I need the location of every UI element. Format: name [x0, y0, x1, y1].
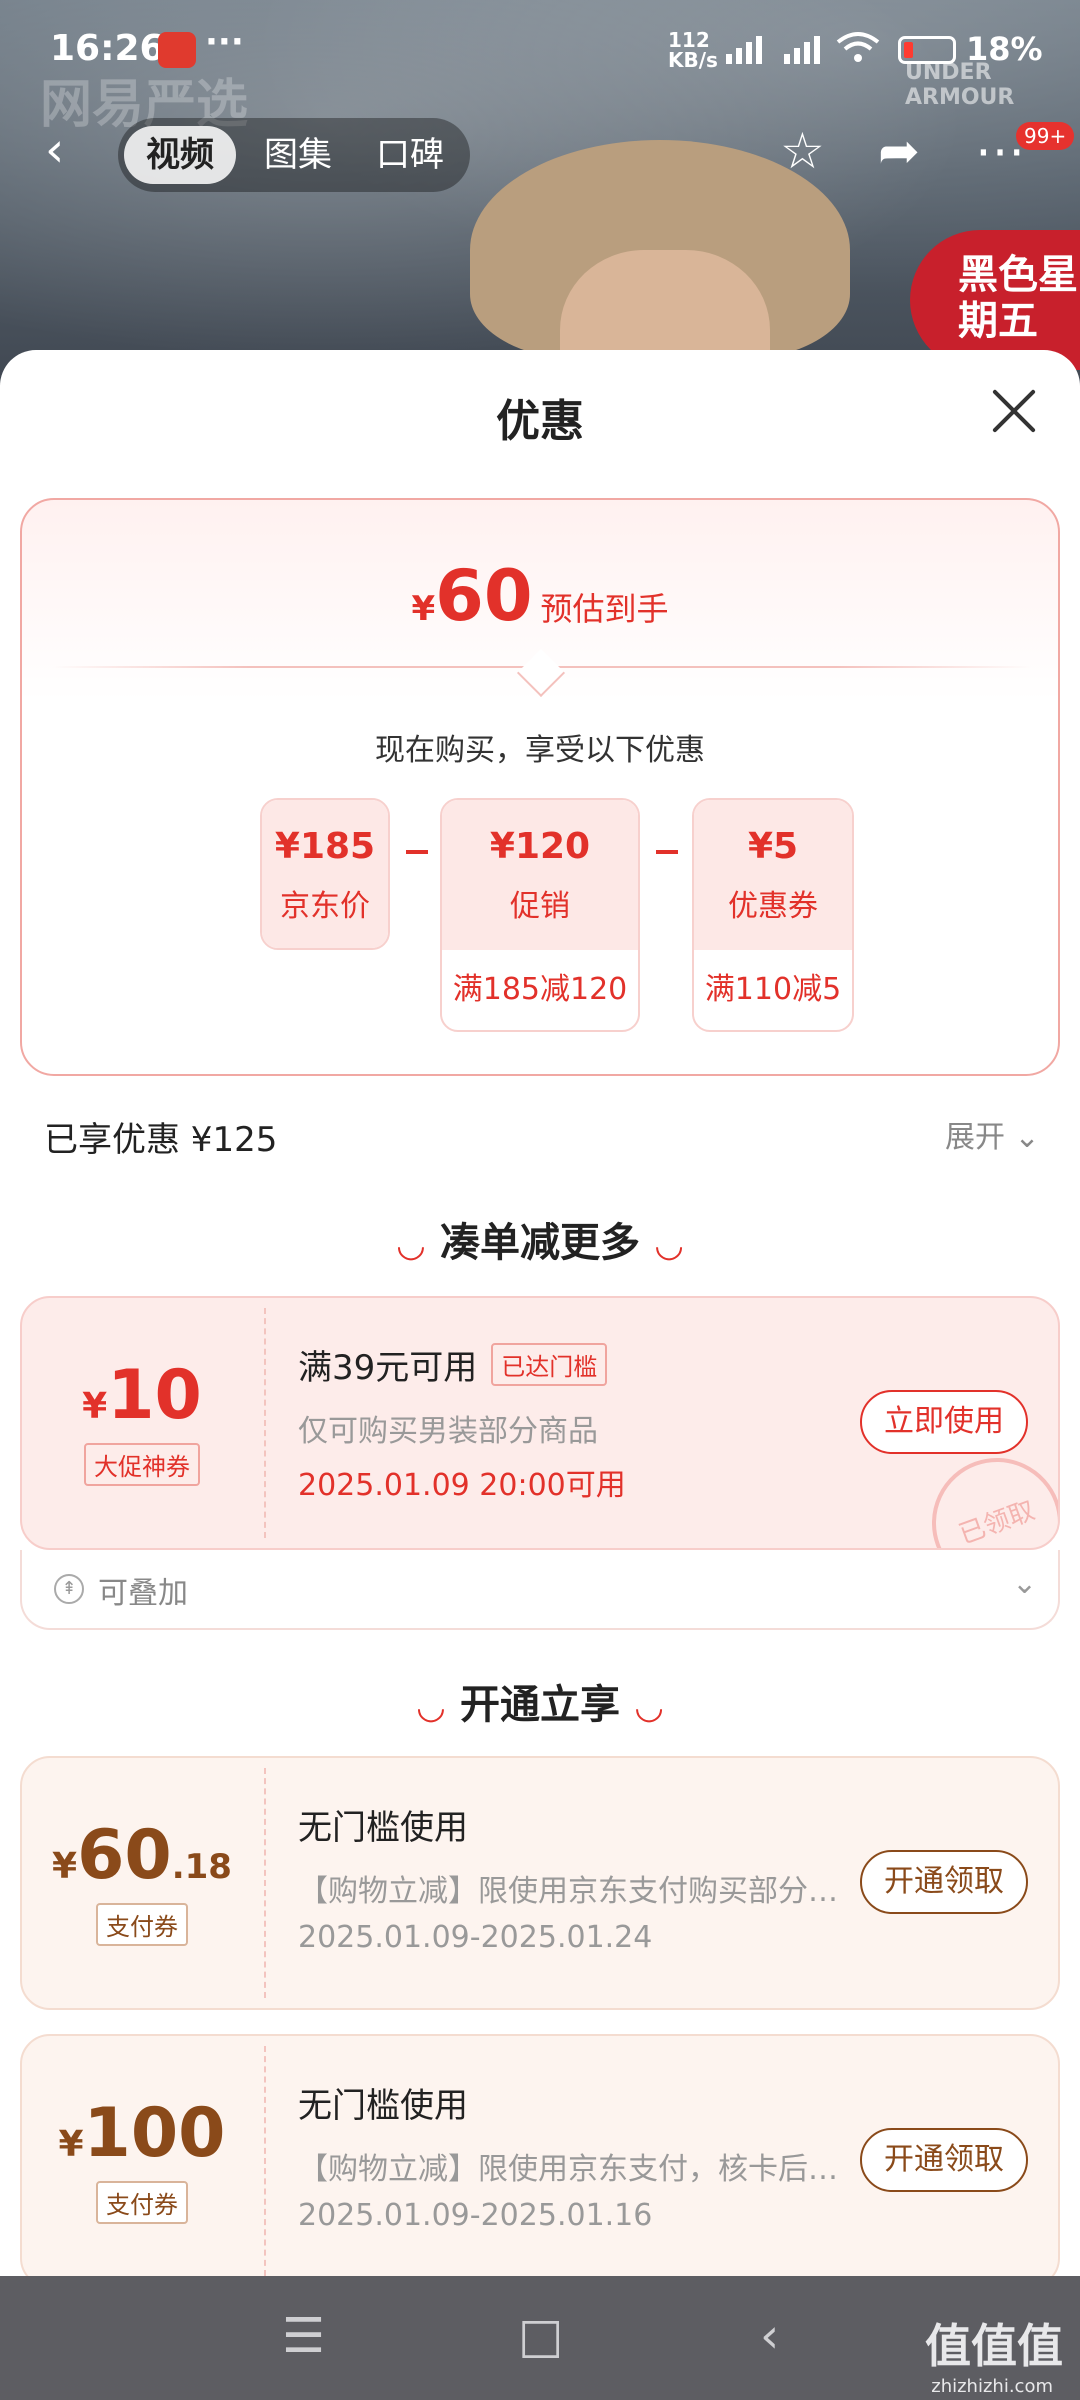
activate-claim-button[interactable]: 开通领取	[860, 1850, 1028, 1914]
coupon-amount: 100	[83, 2094, 226, 2173]
coupon-description: 【购物立减】限使用京东支付购买部分商品	[298, 1874, 838, 1909]
enjoyed-discount-total: 已享优惠 ¥125	[44, 1120, 278, 1160]
coupon-tag: 支付券	[96, 2181, 188, 2224]
jd-price-label: 京东价	[280, 889, 370, 924]
chevron-down-icon: ⌄	[1014, 1120, 1040, 1155]
estimated-price: ¥60 预估到手	[411, 555, 669, 637]
wifi-icon	[836, 32, 880, 62]
discount-bottom-sheet: 优惠 ¥60 预估到手 现在购买，享受以下优惠 ¥185 京东价 ¥120 促销 …	[0, 350, 1080, 2288]
menu-icon[interactable]: ☰	[282, 2308, 325, 2364]
minus-sign	[406, 850, 428, 854]
jd-price-value: ¥185	[274, 826, 376, 867]
tab-reviews[interactable]: 口碑	[354, 126, 466, 184]
coupon-tag: 大促神券	[84, 1443, 200, 1486]
coupon-title: 无门槛使用	[298, 2086, 468, 2126]
promotion-rule: 满185减120	[452, 972, 628, 1007]
jd-price-box: ¥185 京东价	[260, 798, 390, 950]
now-buy-text: 现在购买，享受以下优惠	[375, 733, 705, 768]
price-summary-card: ¥60 预估到手 现在购买，享受以下优惠 ¥185 京东价 ¥120 促销 满18…	[20, 498, 1060, 1076]
coupon-card-promo: ¥10 大促神券 满39元可用 已达门槛 仅可购买男装部分商品 2025.01.0…	[20, 1296, 1060, 1550]
coupon-card-payment-2: ¥100 支付券 无门槛使用 【购物立减】限使用京东支付，核卡后可用 2025.…	[20, 2034, 1060, 2288]
coupon-description: 仅可购买男装部分商品	[298, 1414, 598, 1449]
coupon-tag: 支付券	[96, 1903, 188, 1946]
tab-video[interactable]: 视频	[124, 126, 236, 184]
chevron-down-icon[interactable]: ⌄	[1012, 1566, 1037, 1601]
coupon-amount: 60	[77, 1816, 172, 1895]
coupon-title: 无门槛使用	[298, 1808, 468, 1848]
site-watermark: 值值值 zhizhizhi.com	[925, 2319, 1063, 2397]
coupon-description: 【购物立减】限使用京东支付，核卡后可用	[298, 2152, 838, 2187]
coupon-title: 满39元可用 已达门槛	[298, 1340, 608, 1389]
claimed-stamp-icon: 已领取	[913, 1439, 1058, 1548]
coupon-label: 优惠券	[728, 889, 818, 924]
use-now-button[interactable]: 立即使用	[860, 1390, 1028, 1454]
tab-gallery[interactable]: 图集	[242, 126, 354, 184]
coupon-validity: 2025.01.09-2025.01.24	[298, 1920, 653, 1955]
smile-deco-icon: ◡	[636, 1687, 663, 1727]
coupon-dashed-divider	[264, 2046, 266, 2276]
sheet-title: 优惠	[496, 396, 584, 447]
status-bar: 16:26 ··· 112 KB/s 18%	[0, 0, 1080, 100]
back-button[interactable]: ‹	[45, 122, 64, 178]
system-navigation-bar: ☰ □ ‹	[0, 2276, 1080, 2400]
coupon-amount: 10	[107, 1356, 202, 1435]
coupon-amount-area: ¥60.18 支付券	[22, 1758, 262, 2008]
coupon-validity: 2025.01.09 20:00可用	[298, 1468, 626, 1503]
divider-notch	[516, 648, 566, 698]
smile-deco-icon: ◡	[417, 1687, 444, 1727]
media-tab-switcher: 视频 图集 口碑	[118, 118, 470, 192]
coupon-amount-area: ¥100 支付券	[22, 2036, 262, 2286]
network-speed: 112 KB/s	[668, 28, 718, 72]
black-friday-promo-badge[interactable]: 黑色星期五	[910, 230, 1080, 370]
share-icon[interactable]: ➦	[878, 122, 920, 180]
battery-icon	[898, 36, 956, 64]
smile-deco-icon: ◡	[397, 1225, 424, 1265]
coupon-dashed-divider	[264, 1308, 266, 1538]
estimated-amount: 60	[435, 555, 533, 637]
signal-hd-icon	[726, 36, 762, 64]
signal-hd-icon-2	[784, 36, 820, 64]
favorite-star-icon[interactable]: ☆	[780, 122, 825, 180]
close-icon[interactable]	[985, 382, 1043, 440]
back-nav-icon[interactable]: ‹	[760, 2308, 779, 2364]
promotion-value: ¥120	[489, 826, 591, 867]
threshold-met-badge: 已达门槛	[491, 1343, 608, 1386]
app-notification-icon	[158, 32, 196, 68]
coupon-rule: 满110减5	[704, 972, 842, 1007]
more-notifications-icon: ···	[205, 22, 244, 62]
coupon-amount-area: ¥10 大促神券	[22, 1298, 262, 1548]
stackable-row[interactable]: ⇞ 可叠加 ⌄	[20, 1550, 1060, 1630]
promotion-label: 促销	[510, 889, 570, 924]
message-count-badge: 99+	[1016, 122, 1075, 150]
estimated-label: 预估到手	[540, 590, 669, 628]
coupon-card-payment: ¥60.18 支付券 无门槛使用 【购物立减】限使用京东支付购买部分商品 202…	[20, 1756, 1060, 2010]
coupon-box: ¥5 优惠券 满110减5	[692, 798, 854, 1032]
stack-icon: ⇞	[54, 1574, 84, 1604]
section-title-more-discount: ◡ 凑单减更多 ◡	[397, 1220, 683, 1266]
minus-sign-2	[656, 850, 678, 854]
expand-button[interactable]: 展开 ⌄	[945, 1112, 1040, 1156]
smile-deco-icon: ◡	[656, 1225, 683, 1265]
home-icon[interactable]: □	[518, 2308, 563, 2364]
activate-claim-button[interactable]: 开通领取	[860, 2128, 1028, 2192]
promotion-box: ¥120 促销 满185减120	[440, 798, 640, 1032]
status-time: 16:26	[50, 28, 165, 69]
coupon-validity: 2025.01.09-2025.01.16	[298, 2198, 653, 2233]
stackable-label: 可叠加	[98, 1576, 188, 1611]
section-title-open-enjoy: ◡ 开通立享 ◡	[417, 1682, 663, 1728]
battery-percent: 18%	[966, 30, 1043, 68]
coupon-value: ¥5	[747, 826, 799, 867]
coupon-dashed-divider	[264, 1768, 266, 1998]
